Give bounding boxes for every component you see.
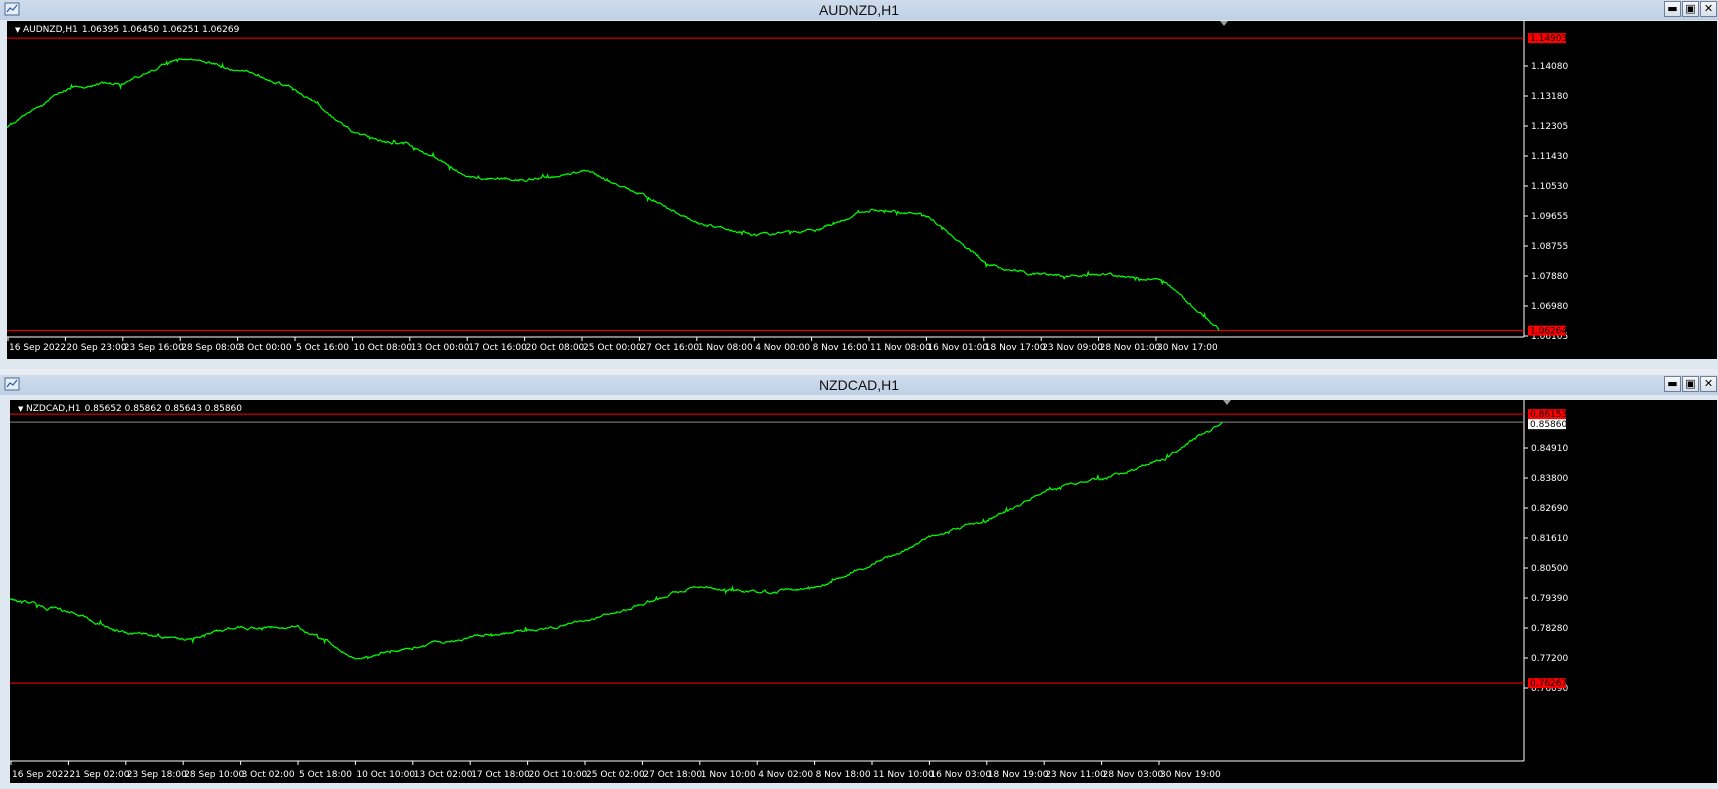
- chart-shift-marker-icon: [1220, 21, 1228, 26]
- price-chart-svg: 1.14080 1.13180 1.12305 1.11430 1.10530 1.096…: [7, 21, 1568, 353]
- time-axis-label: 8 Nov 18:00: [816, 770, 871, 780]
- maximize-button[interactable]: ▣: [1682, 376, 1699, 392]
- price-axis-label: 1.14080: [1531, 62, 1568, 72]
- chart-symbol: AUDNZD,H1: [23, 25, 78, 35]
- time-axis-label: 30 Nov 17:00: [1157, 343, 1218, 353]
- chart-ohlc: 1.06395 1.06450 1.06251 1.06269: [81, 25, 240, 35]
- time-axis-label: 20 Sep 23:00: [66, 343, 126, 353]
- time-axis-label: 25 Oct 00:00: [583, 343, 642, 353]
- time-axis-label: 23 Nov 11:00: [1045, 770, 1106, 780]
- time-axis-label: 23 Nov 09:00: [1042, 343, 1103, 353]
- time-axis-label: 11 Nov 08:00: [870, 343, 931, 353]
- time-axis-label: 13 Oct 00:00: [411, 343, 470, 353]
- time-axis-label: 28 Nov 01:00: [1100, 343, 1161, 353]
- time-axis-label: 28 Sep 08:00: [181, 343, 241, 353]
- time-axis-label: 1 Nov 08:00: [698, 343, 753, 353]
- time-axis-label: 3 Oct 00:00: [239, 343, 292, 353]
- chart-symbol: NZDCAD,H1: [26, 404, 81, 414]
- time-axis-label: 27 Oct 18:00: [643, 770, 702, 780]
- time-axis-label: 1 Nov 10:00: [701, 770, 756, 780]
- price-axis-label: 0.82690: [1531, 504, 1568, 514]
- price-axis-label: 1.10530: [1531, 182, 1568, 192]
- time-axis-label: 4 Nov 00:00: [755, 343, 810, 353]
- price-axis-label: 1.11430: [1531, 152, 1568, 162]
- time-axis-label: 23 Sep 18:00: [127, 770, 187, 780]
- high-price-label: 1.14903: [1530, 34, 1567, 44]
- time-axis-label: 5 Oct 16:00: [296, 343, 349, 353]
- price-axis-label: 1.13180: [1531, 92, 1568, 102]
- dropdown-triangle-icon[interactable]: ▼: [18, 403, 26, 415]
- close-button[interactable]: ✕: [1700, 376, 1717, 392]
- chart-info-header: ▼ AUDNZD,H1 1.06395 1.06450 1.06251 1.0626…: [15, 24, 239, 36]
- time-axis-label: 5 Oct 18:00: [299, 770, 352, 780]
- time-axis-label: 20 Oct 10:00: [529, 770, 588, 780]
- price-axis-label: 0.83800: [1531, 474, 1568, 484]
- chart-shift-marker-icon: [1223, 400, 1231, 405]
- window-title: AUDNZD,H1: [818, 2, 900, 18]
- price-chart-svg: 0.84910 0.83800 0.82690 0.81610 0.80500 0.793…: [10, 400, 1568, 780]
- minimize-button[interactable]: ▬: [1664, 1, 1681, 17]
- time-axis-label: 16 Nov 01:00: [927, 343, 988, 353]
- window-titlebar[interactable]: AUDNZD,H1 ▬ ▣ ✕: [0, 0, 1718, 20]
- time-axis-label: 4 Nov 02:00: [758, 770, 813, 780]
- time-axis-label: 16 Nov 03:00: [930, 770, 991, 780]
- dropdown-triangle-icon[interactable]: ▼: [15, 24, 23, 36]
- current-price-label: 0.85860: [1530, 420, 1567, 430]
- time-axis-label: 10 Oct 08:00: [353, 343, 412, 353]
- chart-ohlc: 0.85652 0.85862 0.85643 0.85860: [84, 404, 243, 414]
- price-axis-label: 1.08755: [1531, 242, 1568, 252]
- price-axis-label: 1.07880: [1531, 272, 1568, 282]
- time-axis-label: 28 Nov 03:00: [1103, 770, 1164, 780]
- high-price-label: 0.86153: [1530, 410, 1567, 420]
- chart-canvas[interactable]: 1.14080 1.13180 1.12305 1.11430 1.10530 1.096…: [7, 21, 1717, 359]
- time-axis-label: 8 Nov 16:00: [813, 343, 868, 353]
- price-series-line: [10, 421, 1223, 660]
- time-axis-label: 21 Sep 02:00: [69, 770, 129, 780]
- close-button[interactable]: ✕: [1700, 1, 1717, 17]
- chart-canvas[interactable]: 0.84910 0.83800 0.82690 0.81610 0.80500 0.793…: [10, 400, 1717, 783]
- low-price-label: 1.06264: [1530, 327, 1567, 337]
- time-axis-label: 13 Oct 02:00: [414, 770, 473, 780]
- minimize-button[interactable]: ▬: [1664, 376, 1681, 392]
- time-axis-label: 18 Nov 17:00: [985, 343, 1046, 353]
- price-axis-label: 0.80500: [1531, 564, 1568, 574]
- price-axis-label: 0.79390: [1531, 594, 1568, 604]
- time-axis-label: 25 Oct 02:00: [586, 770, 645, 780]
- price-axis-label: 0.84910: [1531, 444, 1568, 454]
- price-axis-label: 1.09655: [1531, 212, 1568, 222]
- window-title: NZDCAD,H1: [818, 377, 900, 393]
- price-axis-label: 0.77200: [1531, 654, 1568, 664]
- maximize-button[interactable]: ▣: [1682, 1, 1699, 17]
- time-axis-label: 11 Nov 10:00: [873, 770, 934, 780]
- price-axis-label: 1.12305: [1531, 122, 1568, 132]
- time-axis-label: 30 Nov 19:00: [1160, 770, 1221, 780]
- time-axis-label: 20 Oct 08:00: [526, 343, 585, 353]
- time-axis-label: 16 Sep 2022: [12, 770, 69, 780]
- chart-window-nzdcad: NZDCAD,H1 ▬ ▣ ✕ 0.84910 0.83800 0.82690 0.8…: [0, 375, 1718, 789]
- chart-info-header: ▼ NZDCAD,H1 0.85652 0.85862 0.85643 0.8586…: [18, 403, 242, 415]
- chart-window-audnzd: AUDNZD,H1 ▬ ▣ ✕ 1.14080 1.13180 1.12305 1.1…: [0, 0, 1718, 369]
- time-axis-label: 18 Nov 19:00: [988, 770, 1049, 780]
- time-axis-label: 17 Oct 16:00: [468, 343, 527, 353]
- time-axis-label: 10 Oct 10:00: [356, 770, 415, 780]
- time-axis-label: 16 Sep 2022: [9, 343, 66, 353]
- price-axis-label: 1.06980: [1531, 302, 1568, 312]
- low-price-label: 0.76267: [1530, 679, 1567, 689]
- time-axis-label: 27 Oct 16:00: [640, 343, 699, 353]
- price-series-line: [7, 57, 1220, 331]
- time-axis-label: 23 Sep 16:00: [124, 343, 184, 353]
- window-titlebar[interactable]: NZDCAD,H1 ▬ ▣ ✕: [0, 375, 1718, 395]
- time-axis-label: 17 Oct 18:00: [471, 770, 530, 780]
- time-axis-label: 28 Sep 10:00: [184, 770, 244, 780]
- price-axis-label: 0.81610: [1531, 534, 1568, 544]
- time-axis-label: 3 Oct 02:00: [242, 770, 295, 780]
- price-axis-label: 0.78280: [1531, 624, 1568, 634]
